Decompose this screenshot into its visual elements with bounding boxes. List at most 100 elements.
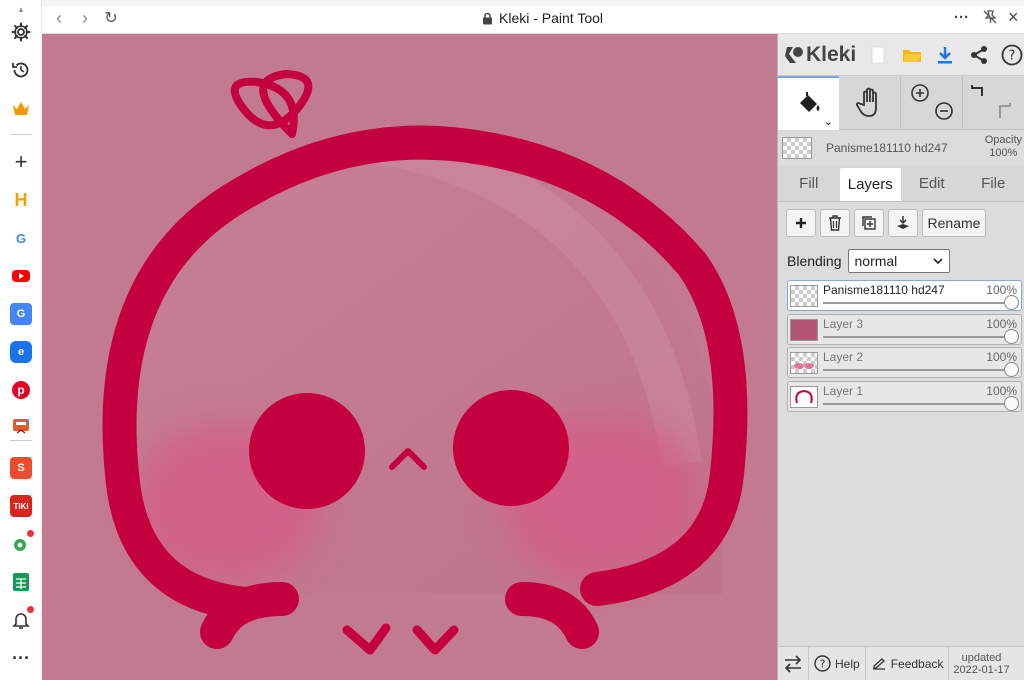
download-app[interactable]: [9, 414, 33, 438]
help-button[interactable]: ? Help: [809, 646, 866, 680]
right-hand: [505, 582, 599, 649]
open-folder-icon[interactable]: [900, 43, 924, 67]
layer-item[interactable]: Layer 3 100%: [787, 313, 1022, 345]
tiki-app[interactable]: TIKI: [9, 494, 33, 518]
google-app[interactable]: G: [9, 226, 33, 250]
svg-text:?: ?: [1009, 48, 1016, 63]
layer-thumbnail: [790, 385, 818, 408]
rename-layer-button[interactable]: Rename: [922, 209, 986, 237]
slider-knob[interactable]: [1004, 295, 1019, 310]
paint-bucket-icon: [799, 92, 819, 112]
youtube-app[interactable]: [9, 264, 33, 288]
left-foot: [342, 623, 391, 655]
collapse-up-icon[interactable]: ▴: [9, 4, 33, 14]
google-logo: G: [10, 227, 32, 249]
swap-icon: [784, 654, 802, 673]
tab-layers[interactable]: Layers: [839, 168, 901, 201]
layer-opacity-slider[interactable]: [823, 362, 1019, 377]
hand-icon: [855, 87, 877, 117]
delete-layer-button[interactable]: [820, 209, 850, 237]
layer-opacity-slider[interactable]: [823, 395, 1019, 411]
forward-button[interactable]: ›: [74, 8, 96, 29]
more-options-button[interactable]: ···: [954, 9, 969, 26]
slider-knob[interactable]: [1004, 395, 1019, 411]
feedback-label: Feedback: [890, 656, 944, 671]
layer-opacity-slider[interactable]: [823, 328, 1019, 344]
new-document-icon[interactable]: [866, 43, 890, 67]
right-eye: [453, 390, 569, 506]
share-icon[interactable]: [967, 43, 991, 67]
download-icon[interactable]: [933, 43, 957, 67]
location-app[interactable]: [9, 529, 35, 556]
notification-badge: [26, 605, 35, 614]
more-icon[interactable]: ···: [9, 646, 33, 670]
layer-name: Layer 1: [823, 383, 864, 398]
feedback-button[interactable]: Feedback: [866, 646, 950, 680]
tiki-logo: TIKI: [10, 495, 32, 517]
bell-icon[interactable]: [9, 605, 35, 632]
pinterest-logo: p: [12, 381, 30, 399]
layer-item[interactable]: Panisme181110 hd247 100%: [787, 280, 1022, 311]
blending-value: normal: [854, 253, 898, 269]
duplicate-icon: [862, 216, 876, 230]
pinterest-app[interactable]: p: [9, 378, 33, 402]
kleki-logo[interactable]: Kleki: [784, 43, 856, 67]
merge-down-button[interactable]: [888, 209, 918, 237]
edge-app[interactable]: e: [9, 340, 33, 364]
help-icon[interactable]: ?: [1000, 43, 1024, 67]
tab-fill[interactable]: Fill: [778, 166, 840, 201]
slider-knob[interactable]: [1004, 328, 1019, 344]
layer-list: Panisme181110 hd247 100% Layer 3 100% La…: [778, 278, 1024, 412]
chevron-down-icon: [932, 258, 943, 264]
opacity-label: Opacity: [984, 134, 1022, 146]
swap-side-button[interactable]: [778, 646, 809, 680]
layer-thumbnail: [790, 285, 818, 307]
undo-redo-group: [963, 76, 1024, 130]
add-layer-button[interactable]: [786, 209, 816, 237]
settings-icon[interactable]: [9, 20, 33, 44]
layer-opacity-slider[interactable]: [823, 295, 1019, 310]
shopee-app[interactable]: S: [9, 456, 33, 480]
chevron-down-icon[interactable]: ⌄: [824, 115, 833, 128]
hamburger-h-app[interactable]: H: [9, 188, 33, 212]
panel-footer: ? Help Feedback updated 2022-01-17: [778, 646, 1024, 680]
layer-item[interactable]: Layer 1 100%: [787, 380, 1022, 412]
blending-select[interactable]: normal: [847, 249, 950, 273]
close-button[interactable]: ×: [1008, 7, 1019, 28]
layer-toolbar: Rename: [778, 202, 1024, 244]
back-button[interactable]: ‹: [48, 8, 70, 29]
layer-item[interactable]: Layer 2 100%: [787, 347, 1022, 378]
undo-icon[interactable]: [969, 84, 991, 104]
crown-icon[interactable]: [9, 97, 33, 121]
current-layer-thumbnail: [782, 137, 812, 159]
history-icon[interactable]: [9, 58, 33, 82]
zoom-in-icon[interactable]: [909, 82, 931, 104]
artwork: [102, 69, 748, 655]
shopee-logo: S: [10, 457, 32, 479]
help-circle-icon: ?: [814, 655, 831, 672]
dock-separator: [10, 134, 32, 135]
tab-file[interactable]: File: [963, 166, 1024, 201]
redo-icon[interactable]: [991, 102, 1013, 122]
tab-edit[interactable]: Edit: [901, 166, 963, 201]
zoom-out-icon[interactable]: [933, 100, 955, 122]
reload-button[interactable]: ↻: [100, 8, 122, 28]
zoom-tool-group: [901, 76, 962, 130]
pin-off-icon[interactable]: [982, 9, 998, 29]
hand-tool-button[interactable]: [839, 76, 900, 130]
drawing-canvas[interactable]: [42, 34, 777, 680]
translate-app[interactable]: G: [9, 302, 33, 326]
title-bar: ‹ › ↻ Kleki - Paint Tool ··· ×: [42, 0, 1024, 34]
slider-knob[interactable]: [1004, 362, 1019, 377]
duplicate-layer-button[interactable]: [854, 209, 884, 237]
plus-icon: [796, 218, 806, 228]
layer-name: Layer 3: [823, 316, 864, 331]
trash-icon: [829, 215, 841, 231]
updated-date: 2022-01-17: [953, 663, 1010, 676]
current-layer-info: Panisme181110 hd247 Opacity 100%: [778, 130, 1024, 166]
add-icon[interactable]: +: [9, 149, 33, 174]
layer-name: Layer 2: [823, 350, 864, 364]
sheets-app[interactable]: [9, 570, 33, 594]
updated-info: updated 2022-01-17: [949, 652, 1009, 676]
fill-tool-button[interactable]: ⌄: [778, 76, 840, 130]
